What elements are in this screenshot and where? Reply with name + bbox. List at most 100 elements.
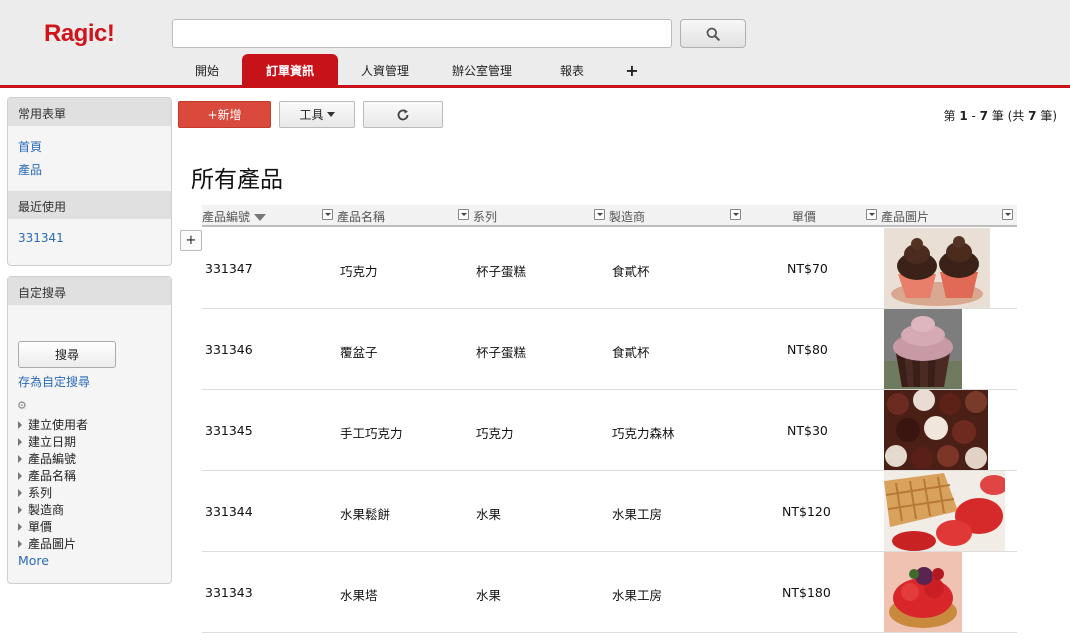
tab-office[interactable]: 辦公室管理	[432, 54, 532, 86]
custom-search-panel: 自定搜尋 搜尋 存為自定搜尋 ⚙ 建立使用者 建立日期 產品編號 產品名稱 系列…	[7, 276, 172, 584]
tab-hr[interactable]: 人資管理	[338, 54, 432, 86]
top-header: Ragic! 開始 訂單資訊 人資管理 辦公室管理 報表 +	[0, 0, 1070, 88]
col-header-maker[interactable]: 製造商	[609, 208, 645, 225]
cell-id: 331347	[205, 261, 253, 276]
product-image-chocolate-cupcakes[interactable]	[884, 228, 990, 308]
pagination-info: 第 1 - 7 筆 (共 7 筆)	[943, 107, 1057, 124]
table-row[interactable]: 331343 水果塔 水果 水果工房 NT$180	[202, 552, 1017, 633]
cell-id: 331343	[205, 585, 253, 600]
tab-reports[interactable]: 報表	[532, 54, 612, 86]
cell-name: 手工巧克力	[340, 426, 403, 441]
column-menu-icon[interactable]	[458, 209, 469, 220]
table-row[interactable]: 331344 水果鬆餅 水果 水果工房 NT$120	[202, 471, 1017, 552]
add-record-button[interactable]: +新增	[178, 101, 271, 128]
col-header-image[interactable]: 產品圖片	[881, 208, 929, 225]
expand-triangle-icon	[18, 420, 22, 429]
search-field[interactable]: 建立日期	[18, 433, 88, 450]
save-custom-search-link[interactable]: 存為自定搜尋	[18, 373, 90, 390]
global-search-button[interactable]	[680, 19, 746, 48]
recent-item[interactable]: 331341	[8, 228, 171, 248]
cell-name: 水果鬆餅	[340, 507, 391, 522]
product-image-fruit-tart[interactable]	[884, 552, 962, 632]
col-header-name[interactable]: 產品名稱	[337, 208, 385, 225]
table-row[interactable]: 331345 手工巧克力 巧克力 巧克力森林 NT$30	[202, 390, 1017, 471]
field-label: 產品編號	[28, 452, 77, 466]
tools-label: 工具	[299, 108, 324, 122]
tab-start[interactable]: 開始	[172, 54, 242, 86]
table-row[interactable]: 331347 巧克力 杯子蛋糕 食貳杯 NT$70	[202, 228, 1017, 309]
cell-series: 巧克力	[476, 426, 514, 441]
cell-maker: 水果工房	[612, 588, 663, 603]
cell-name: 水果塔	[340, 588, 378, 603]
cell-maker: 食貳杯	[612, 345, 650, 360]
column-menu-icon[interactable]	[594, 209, 605, 220]
search-icon	[706, 27, 720, 41]
product-image-strawberry-waffle[interactable]	[884, 471, 1005, 551]
favorites-panel: 常用表單 首頁 產品 最近使用 331341	[7, 97, 172, 266]
column-menu-icon[interactable]	[730, 209, 741, 220]
paging-suffix: 筆)	[1036, 109, 1057, 123]
cell-price: NT$120	[782, 504, 831, 519]
add-tab-button[interactable]: +	[617, 54, 647, 86]
search-field[interactable]: 製造商	[18, 501, 88, 518]
cell-id: 331345	[205, 423, 253, 438]
field-label: 系列	[28, 486, 53, 500]
page-title: 所有產品	[191, 167, 283, 193]
tab-orders[interactable]: 訂單資訊	[242, 54, 338, 86]
custom-search-title: 自定搜尋	[8, 277, 171, 305]
field-label: 單價	[28, 520, 53, 534]
search-field[interactable]: 建立使用者	[18, 416, 88, 433]
cell-maker: 巧克力森林	[612, 426, 675, 441]
column-menu-icon[interactable]	[322, 209, 333, 220]
search-field[interactable]: 產品編號	[18, 450, 88, 467]
tools-dropdown-button[interactable]: 工具	[279, 101, 355, 128]
search-field[interactable]: 產品圖片	[18, 535, 88, 552]
cell-name: 巧克力	[340, 264, 378, 279]
cell-series: 水果	[476, 588, 502, 603]
favorites-title: 常用表單	[8, 98, 171, 126]
expand-triangle-icon	[18, 505, 22, 514]
refresh-icon	[397, 108, 409, 120]
cell-price: NT$70	[787, 261, 828, 276]
field-label: 建立日期	[28, 435, 77, 449]
expand-triangle-icon	[18, 522, 22, 531]
search-field[interactable]: 產品名稱	[18, 467, 88, 484]
field-label: 產品圖片	[28, 537, 77, 551]
app-logo[interactable]: Ragic!	[44, 20, 115, 48]
recent-title: 最近使用	[8, 191, 171, 219]
field-label: 產品名稱	[28, 469, 77, 483]
col-header-id[interactable]: 產品編號	[202, 208, 267, 225]
sidebar-item-products[interactable]: 產品	[8, 158, 171, 181]
search-field[interactable]: 系列	[18, 484, 88, 501]
cell-maker: 食貳杯	[612, 264, 650, 279]
cell-name: 覆盆子	[340, 345, 378, 360]
column-menu-icon[interactable]	[866, 209, 877, 220]
table-row[interactable]: 331346 覆盆子 杯子蛋糕 食貳杯 NT$80	[202, 309, 1017, 390]
cell-series: 杯子蛋糕	[476, 345, 527, 360]
product-image-chocolate-truffles[interactable]	[884, 390, 988, 470]
sidebar-item-home[interactable]: 首頁	[8, 135, 171, 158]
cell-series: 杯子蛋糕	[476, 264, 527, 279]
search-field[interactable]: 單價	[18, 518, 88, 535]
refresh-button[interactable]	[363, 101, 443, 128]
paging-prefix: 第	[943, 109, 960, 123]
field-label: 建立使用者	[28, 418, 89, 432]
column-menu-icon[interactable]	[1002, 209, 1013, 220]
paging-sep: -	[967, 109, 980, 123]
expand-triangle-icon	[18, 471, 22, 480]
more-fields-link[interactable]: More	[18, 553, 88, 568]
cell-price: NT$30	[787, 423, 828, 438]
product-image-raspberry-cupcake[interactable]	[884, 309, 962, 389]
sidebar-search-button[interactable]: 搜尋	[18, 341, 116, 368]
paging-to: 7	[979, 109, 988, 123]
expand-triangle-icon	[18, 488, 22, 497]
global-search-input[interactable]	[172, 19, 672, 48]
add-row-button[interactable]: +	[180, 230, 202, 251]
cell-id: 331344	[205, 504, 253, 519]
col-header-series[interactable]: 系列	[473, 208, 497, 225]
gear-icon[interactable]: ⚙	[17, 399, 27, 412]
paging-from: 1	[959, 109, 968, 123]
search-field-list: 建立使用者 建立日期 產品編號 產品名稱 系列 製造商 單價 產品圖片 More	[18, 416, 88, 568]
col-header-price[interactable]: 單價	[792, 208, 816, 225]
field-label: 製造商	[28, 503, 65, 517]
